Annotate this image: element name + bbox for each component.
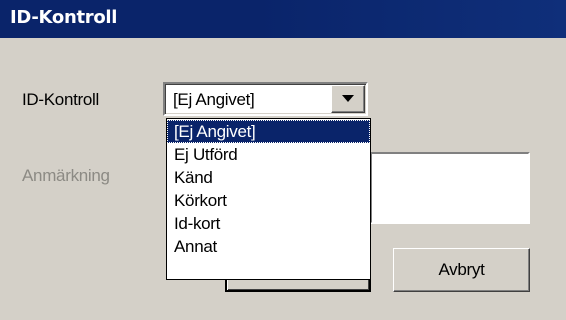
dropdown-option-annat[interactable]: Annat <box>167 235 370 258</box>
dropdown-option-ej-utford[interactable]: Ej Utförd <box>167 143 370 166</box>
id-control-combobox[interactable]: [Ej Angivet] <box>163 82 368 116</box>
id-control-label: ID-Kontroll <box>22 90 100 109</box>
id-control-dropdown-list: [Ej Angivet] Ej Utförd Känd Körkort Id-k… <box>166 118 371 280</box>
chevron-down-icon <box>342 95 354 102</box>
remark-field[interactable] <box>370 152 530 224</box>
dropdown-option-ej-angivet[interactable]: [Ej Angivet] <box>167 120 370 143</box>
dropdown-arrow-button[interactable] <box>331 85 365 113</box>
window-title: ID-Kontroll <box>10 7 118 28</box>
cancel-button[interactable]: Avbryt <box>393 248 530 292</box>
id-kontroll-dialog: ID-Kontroll ID-Kontroll [Ej Angivet] Anm… <box>0 0 566 320</box>
dropdown-option-kand[interactable]: Känd <box>167 166 370 189</box>
remark-label: Anmärkning <box>22 166 110 185</box>
dropdown-option-korkort[interactable]: Körkort <box>167 189 370 212</box>
id-control-selected-value: [Ej Angivet] <box>173 90 255 109</box>
title-bar: ID-Kontroll <box>0 0 566 38</box>
dropdown-option-id-kort[interactable]: Id-kort <box>167 212 370 235</box>
